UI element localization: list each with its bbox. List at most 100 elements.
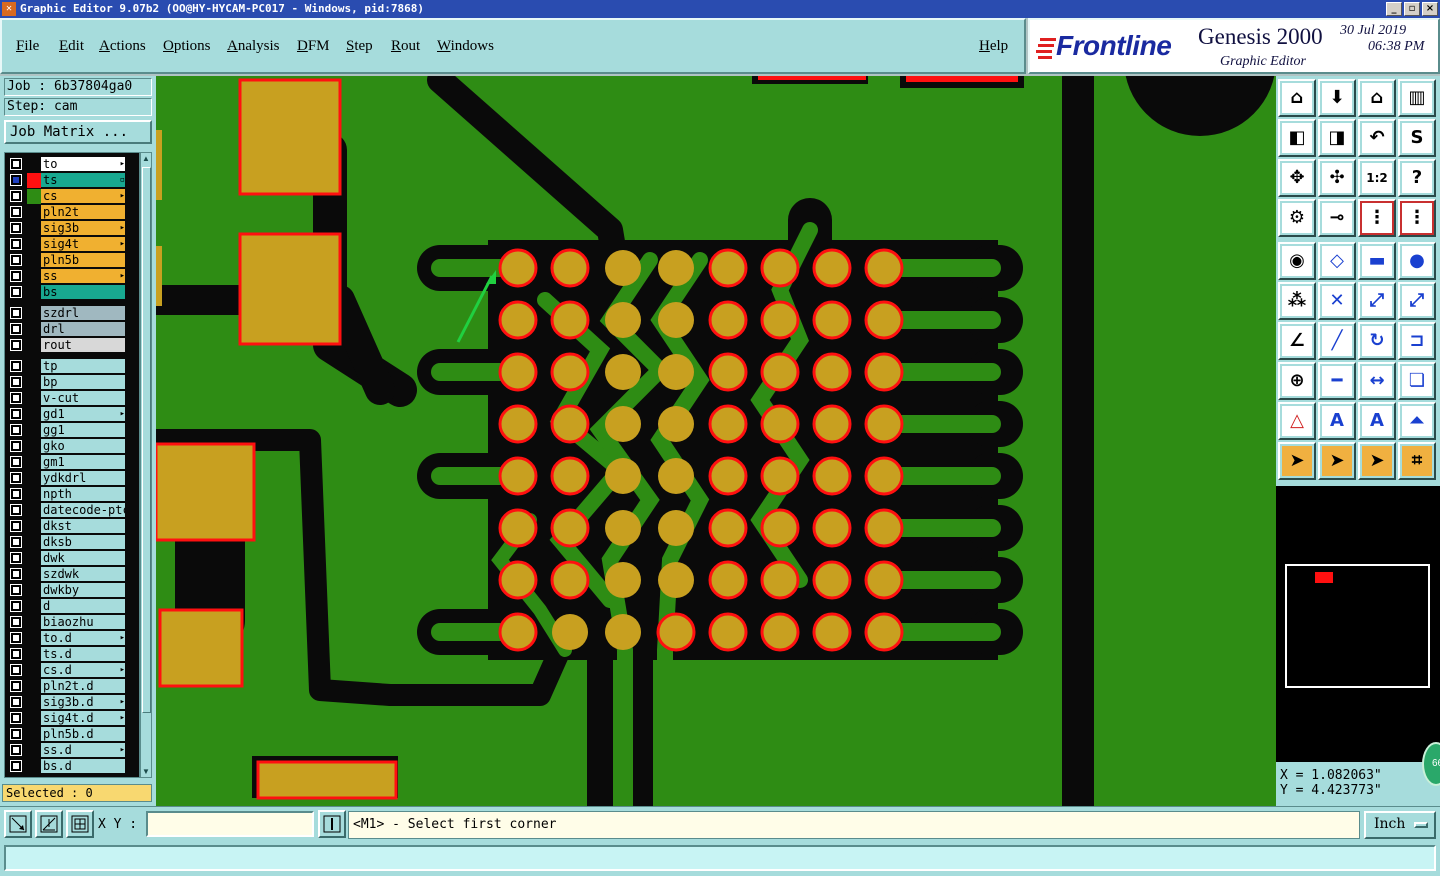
layer-color-swatch[interactable] <box>27 189 41 204</box>
pcb-view[interactable] <box>156 76 1276 806</box>
layer-name[interactable]: biaozhu <box>41 615 125 630</box>
layer-row-szdrl[interactable]: szdrl <box>7 306 139 321</box>
line-tool-button[interactable]: ╱ <box>1318 322 1356 360</box>
triangle-d-tool-button[interactable]: ⏶ <box>1398 402 1436 440</box>
menu-actions[interactable]: Actions <box>99 38 146 55</box>
layer-name[interactable]: sig4t.d ▸ <box>41 711 125 726</box>
menu-help[interactable]: Help <box>979 38 1008 55</box>
layer-row-cs-d[interactable]: cs.d ▸ <box>7 663 139 678</box>
layer-row-gg1[interactable]: gg1 <box>7 423 139 438</box>
layer-checkbox[interactable] <box>10 584 22 596</box>
menu-step[interactable]: Step <box>346 38 373 55</box>
layer-checkbox[interactable] <box>10 712 22 724</box>
layer-row-tp[interactable]: tp <box>7 359 139 374</box>
layer-name[interactable]: pln5b <box>41 253 125 268</box>
layer-checkbox[interactable] <box>10 360 22 372</box>
menu-edit[interactable]: Edit <box>59 38 84 55</box>
layer-name[interactable]: ydkdrl <box>41 471 125 486</box>
layer-checkbox[interactable] <box>10 552 22 564</box>
layer-checkbox[interactable] <box>10 190 22 202</box>
layer-color-swatch[interactable] <box>27 439 41 454</box>
layer-row-datecode-ptc[interactable]: datecode-ptc <box>7 503 139 518</box>
layer-row-npth[interactable]: npth <box>7 487 139 502</box>
layer-name[interactable]: gd1 ▸ <box>41 407 125 422</box>
layer-row-v-cut[interactable]: v-cut <box>7 391 139 406</box>
menu-file[interactable]: File <box>16 38 39 55</box>
layer-color-swatch[interactable] <box>27 679 41 694</box>
layer-name[interactable]: npth <box>41 487 125 502</box>
panel-tool-button[interactable]: ▥ <box>1398 79 1436 117</box>
layer-name[interactable]: bs.d <box>41 759 125 774</box>
layer-checkbox[interactable] <box>10 536 22 548</box>
layer-checkbox[interactable] <box>10 286 22 298</box>
left-arrow-box-tool-button[interactable]: ◧ <box>1278 119 1316 157</box>
layer-checkbox[interactable] <box>10 648 22 660</box>
layer-color-swatch[interactable] <box>27 583 41 598</box>
unit-select[interactable]: Inch <box>1364 811 1436 839</box>
layer-color-swatch[interactable] <box>27 375 41 390</box>
layer-row-pln2t-d[interactable]: pln2t.d <box>7 679 139 694</box>
add-pad-tool-button[interactable]: ⊕ <box>1278 362 1316 400</box>
layer-checkbox[interactable] <box>10 158 22 170</box>
menu-dfm[interactable]: DFM <box>297 38 330 55</box>
info-button[interactable] <box>318 810 346 838</box>
layer-checkbox[interactable] <box>10 472 22 484</box>
grid-button[interactable] <box>66 810 94 838</box>
layer-color-swatch[interactable] <box>27 615 41 630</box>
layer-checkbox[interactable] <box>10 440 22 452</box>
layer-color-swatch[interactable] <box>27 322 41 337</box>
undo-zoom-tool-button[interactable]: ↶ <box>1358 119 1396 157</box>
layer-row-sig4t[interactable]: sig4t ▸ <box>7 237 139 252</box>
layer-row-pln5b[interactable]: pln5b <box>7 253 139 268</box>
layer-color-swatch[interactable] <box>27 471 41 486</box>
layer-name[interactable]: ts.d <box>41 647 125 662</box>
measure-tool-button[interactable]: ⊸ <box>1318 199 1356 237</box>
layer-row-gm1[interactable]: gm1 <box>7 455 139 470</box>
copy-tool-button[interactable]: ❏ <box>1398 362 1436 400</box>
layer-name[interactable]: gko <box>41 439 125 454</box>
triangle-a-tool-button[interactable]: △ <box>1278 402 1316 440</box>
layer-checkbox[interactable] <box>10 488 22 500</box>
layer-name[interactable]: dkst <box>41 519 125 534</box>
layer-row-to-d[interactable]: to.d ▸ <box>7 631 139 646</box>
layer-checkbox[interactable] <box>10 238 22 250</box>
layer-color-swatch[interactable] <box>27 338 41 353</box>
scale-1to2-tool-button[interactable]: 1:2 <box>1358 159 1396 197</box>
zoom-window-button[interactable] <box>4 810 32 838</box>
layer-row-biaozhu[interactable]: biaozhu <box>7 615 139 630</box>
zoom-fit-tool-button[interactable]: ✥ <box>1278 159 1316 197</box>
menu-analysis[interactable]: Analysis <box>227 38 280 55</box>
layer-name[interactable]: gg1 <box>41 423 125 438</box>
layer-color-swatch[interactable] <box>27 647 41 662</box>
settings-tool-button[interactable]: ⚙ <box>1278 199 1316 237</box>
triangle-c-tool-button[interactable]: A <box>1358 402 1396 440</box>
layer-row-dwk[interactable]: dwk <box>7 551 139 566</box>
layer-row-to[interactable]: to ▸ <box>7 157 139 172</box>
layer-checkbox[interactable] <box>10 206 22 218</box>
layer-checkbox[interactable] <box>10 600 22 612</box>
layer-name[interactable]: v-cut <box>41 391 125 406</box>
layer-name[interactable]: ss.d ▸ <box>41 743 125 758</box>
pointer-tool-button[interactable]: ➤ <box>1278 442 1316 480</box>
layer-name[interactable]: szdrl <box>41 306 125 321</box>
layer-row-cs[interactable]: cs ▸ <box>7 189 139 204</box>
select-tool-button[interactable]: ➤ <box>1318 442 1356 480</box>
layer-checkbox[interactable] <box>10 270 22 282</box>
layer-color-swatch[interactable] <box>27 535 41 550</box>
layer-name[interactable]: drl <box>41 322 125 337</box>
layer-color-swatch[interactable] <box>27 551 41 566</box>
layer-row-drl[interactable]: drl <box>7 322 139 337</box>
layer-color-swatch[interactable] <box>27 743 41 758</box>
layer-row-gd1[interactable]: gd1 ▸ <box>7 407 139 422</box>
scroll-up-icon[interactable]: ▲ <box>142 154 150 163</box>
layer-color-swatch[interactable] <box>27 631 41 646</box>
select-area-tool-button[interactable]: ➤ <box>1358 442 1396 480</box>
layer-checkbox[interactable] <box>10 307 22 319</box>
layer-color-swatch[interactable] <box>27 359 41 374</box>
snap-tool-button[interactable]: ⋮ <box>1358 199 1396 237</box>
layer-row-ts-d[interactable]: ts.d <box>7 647 139 662</box>
menu-windows[interactable]: Windows <box>437 38 494 55</box>
layer-checkbox[interactable] <box>10 222 22 234</box>
layer-row-bs[interactable]: bs <box>7 285 139 300</box>
layer-color-swatch[interactable] <box>27 727 41 742</box>
